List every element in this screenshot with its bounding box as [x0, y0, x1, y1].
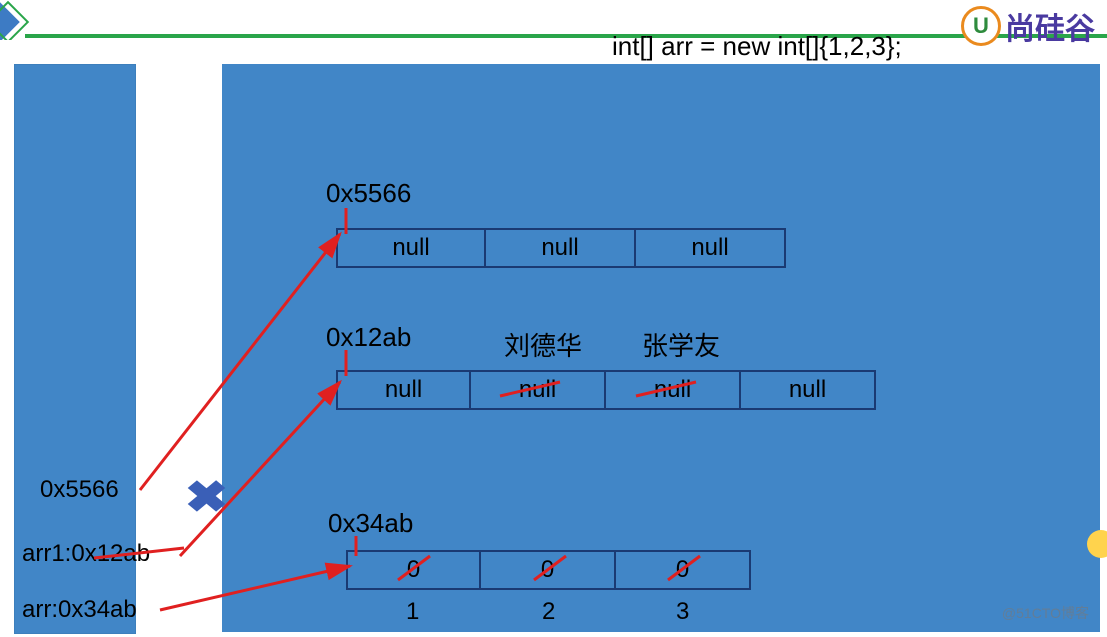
brand-text: 尚硅谷 [1005, 4, 1095, 48]
index-label: 3 [676, 598, 689, 626]
stack-ref-new: 0x5566 [40, 476, 119, 504]
brand-logo: U 尚硅谷 [961, 4, 1095, 48]
array-row-2: null null null null [336, 370, 876, 410]
array-cell: 0 [481, 550, 616, 590]
cross-icon: ✖ [184, 472, 228, 523]
stack-ref-arr1: arr1:0x12ab [22, 540, 150, 568]
watermark: @51CTO博客 [1002, 603, 1089, 623]
stack-ref-arr: arr:0x34ab [22, 596, 137, 624]
array-cell: null [471, 370, 606, 410]
array-cell: null [486, 228, 636, 268]
array-row-3: 0 0 0 [346, 550, 751, 590]
array-row-1: null null null [336, 228, 786, 268]
heap-addr-1: 0x5566 [326, 178, 411, 209]
array-cell: 0 [346, 550, 481, 590]
index-label: 1 [406, 598, 419, 626]
array-cell: null [636, 228, 786, 268]
array-cell: null [336, 228, 486, 268]
decorative-dot [1087, 530, 1107, 558]
heap-addr-3: 0x34ab [328, 508, 413, 539]
index-label: 2 [542, 598, 555, 626]
array-cell: 0 [616, 550, 751, 590]
brand-badge-icon: U [961, 6, 1001, 46]
heap-addr-2: 0x12ab [326, 322, 411, 353]
cell-override-1: 刘德华 [504, 326, 582, 363]
code-line: int[] arr = new int[]{1,2,3}; [612, 31, 902, 61]
array-cell: null [741, 370, 876, 410]
header-divider [25, 34, 1107, 38]
array-cell: null [336, 370, 471, 410]
cell-override-2: 张学友 [642, 326, 720, 363]
array-cell: null [606, 370, 741, 410]
